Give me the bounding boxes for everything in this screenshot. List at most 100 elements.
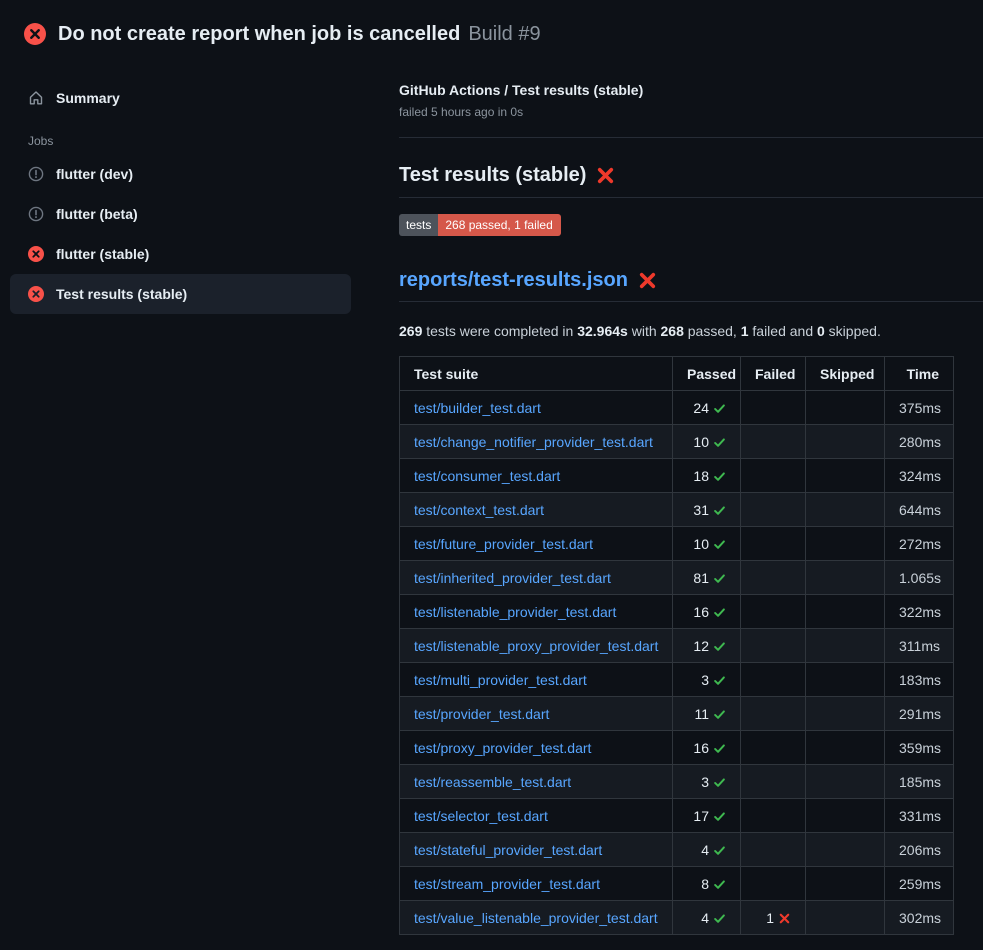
skipped-cell [806,765,885,799]
test-suite-link[interactable]: test/builder_test.dart [414,400,541,416]
failed-count: 1 [741,323,749,339]
test-suite-link[interactable]: test/provider_test.dart [414,706,549,722]
test-suite-link[interactable]: test/inherited_provider_test.dart [414,570,611,586]
table-row: test/builder_test.dart 24 375ms [400,391,954,425]
table-row: test/multi_provider_test.dart3183ms [400,663,954,697]
time-cell: 644ms [885,493,954,527]
passed-cell: 17 [673,799,741,833]
table-row: test/future_provider_test.dart10272ms [400,527,954,561]
test-suite-link[interactable]: test/stateful_provider_test.dart [414,842,602,858]
passed-cell: 81 [673,561,741,595]
duration: 32.964s [577,323,628,339]
test-suite-link[interactable]: test/multi_provider_test.dart [414,672,587,688]
passed-cell: 4 [673,901,741,935]
skipped-cell [806,629,885,663]
suite-cell: test/stream_provider_test.dart [400,867,673,901]
failed-status-icon [24,23,46,45]
passed-value: 24 [693,400,709,416]
skipped-cell [806,901,885,935]
report-title: reports/test-results.json [399,269,983,302]
sidebar-item-flutter-dev[interactable]: flutter (dev) [10,154,351,194]
time-cell: 331ms [885,799,954,833]
passed-value: 12 [693,638,709,654]
test-suite-link[interactable]: test/listenable_provider_test.dart [414,604,616,620]
suite-cell: test/consumer_test.dart [400,459,673,493]
table-row: test/listenable_provider_test.dart16322m… [400,595,954,629]
failed-cell [741,493,806,527]
test-suite-link[interactable]: test/context_test.dart [414,502,544,518]
check-icon [713,470,726,483]
test-suite-link[interactable]: test/proxy_provider_test.dart [414,740,591,756]
build-header: Do not create report when job is cancell… [0,0,983,52]
check-icon [713,776,726,789]
check-icon [713,844,726,857]
passed-value: 18 [693,468,709,484]
passed-value: 3 [701,672,709,688]
check-icon [713,878,726,891]
check-icon [713,640,726,653]
failed-status-icon [28,286,44,302]
test-suite-link[interactable]: test/selector_test.dart [414,808,548,824]
passed-value: 31 [693,502,709,518]
passed-cell: 8 [673,867,741,901]
skipped-count: 0 [817,323,825,339]
col-header-passed: Passed [673,357,741,391]
time-cell: 359ms [885,731,954,765]
check-title: Test results (stable) [399,164,983,198]
col-header-failed: Failed [741,357,806,391]
time-cell: 280ms [885,425,954,459]
run-meta: failed 5 hours ago in 0s [399,105,983,119]
time-cell: 259ms [885,867,954,901]
failed-cell [741,663,806,697]
sidebar-item-flutter-stable[interactable]: flutter (stable) [10,234,351,274]
check-icon [713,572,726,585]
test-suite-link[interactable]: test/value_listenable_provider_test.dart [414,910,658,926]
time-cell: 375ms [885,391,954,425]
table-row: test/stream_provider_test.dart 8 259ms [400,867,954,901]
sidebar-item-flutter-beta[interactable]: flutter (beta) [10,194,351,234]
passed-value: 10 [693,434,709,450]
test-suite-link[interactable]: test/stream_provider_test.dart [414,876,600,892]
table-row: test/change_notifier_provider_test.dart 1… [400,425,954,459]
test-suite-link[interactable]: test/consumer_test.dart [414,468,560,484]
home-icon [28,90,44,106]
col-header-test-suite: Test suite [400,357,673,391]
failed-cell [741,799,806,833]
test-suite-link[interactable]: test/future_provider_test.dart [414,536,593,552]
suite-cell: test/listenable_provider_test.dart [400,595,673,629]
test-suite-link[interactable]: test/reassemble_test.dart [414,774,571,790]
passed-value: 8 [701,876,709,892]
passed-cell: 16 [673,731,741,765]
passed-count: 268 [661,323,684,339]
sidebar-item-label: flutter (stable) [56,246,149,262]
passed-cell: 11 [673,697,741,731]
report-file-link[interactable]: reports/test-results.json [399,269,628,292]
passed-cell: 3 [673,663,741,697]
passed-cell: 24 [673,391,741,425]
total-count: 269 [399,323,422,339]
table-row: test/proxy_provider_test.dart 16 359ms [400,731,954,765]
check-icon [713,912,726,925]
table-row: test/consumer_test.dart18324ms [400,459,954,493]
sidebar-item-label: Summary [56,90,120,106]
skipped-cell [806,527,885,561]
tests-summary: 269 tests were completed in 32.964s with… [399,323,983,339]
sidebar-item-summary[interactable]: Summary [10,78,351,118]
col-header-skipped: Skipped [806,357,885,391]
skipped-cell [806,561,885,595]
passed-cell: 4 [673,833,741,867]
test-suite-link[interactable]: test/listenable_proxy_provider_test.dart [414,638,658,654]
test-suite-link[interactable]: test/change_notifier_provider_test.dart [414,434,653,450]
time-cell: 206ms [885,833,954,867]
failed-cell [741,459,806,493]
failed-cell [741,391,806,425]
failed-cell [741,527,806,561]
suite-cell: test/context_test.dart [400,493,673,527]
table-row: test/listenable_proxy_provider_test.dart… [400,629,954,663]
suite-cell: test/selector_test.dart [400,799,673,833]
passed-cell: 18 [673,459,741,493]
failed-cell [741,629,806,663]
time-cell: 185ms [885,765,954,799]
table-row: test/selector_test.dart 17 331ms [400,799,954,833]
sidebar-item-test-results-stable[interactable]: Test results (stable) [10,274,351,314]
